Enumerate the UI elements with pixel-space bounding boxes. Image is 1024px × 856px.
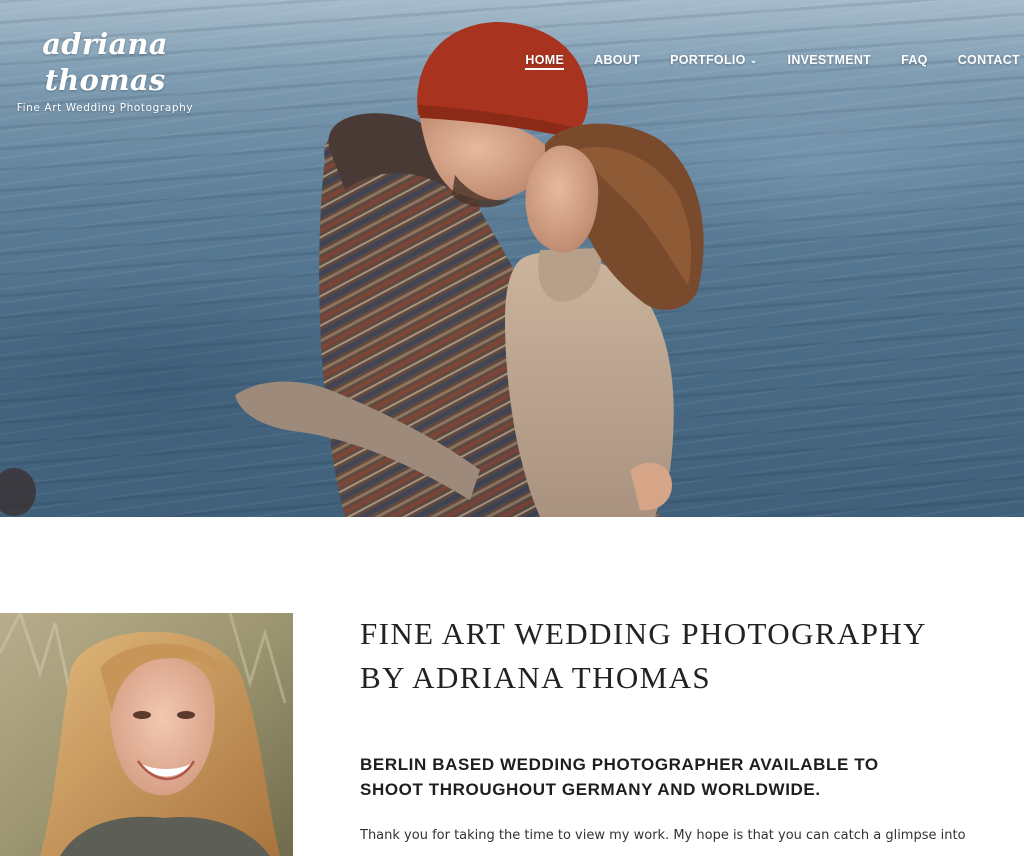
about-body-text: Thank you for taking the time to view my…	[360, 828, 966, 843]
nav-home-label: HOME	[525, 53, 565, 70]
about-subheading-line1: BERLIN BASED WEDDING PHOTOGRAPHER AVAILA…	[360, 755, 879, 774]
nav-investment[interactable]: INVESTMENT	[773, 51, 887, 69]
nav-faq[interactable]: FAQ	[886, 51, 943, 69]
chevron-down-icon: ⌄	[749, 55, 758, 65]
site-logo[interactable]: adriana thomas Fine Art Wedding Photogra…	[0, 26, 210, 114]
about-subheading: BERLIN BASED WEDDING PHOTOGRAPHER AVAILA…	[360, 752, 980, 802]
logo-name: adriana thomas	[42, 27, 168, 97]
nav-contact-label: CONTACT	[957, 53, 1020, 67]
nav-portfolio[interactable]: PORTFOLIO ⌄	[655, 51, 772, 69]
photographer-portrait	[0, 613, 293, 856]
about-heading: FINE ART WEDDING PHOTOGRAPHY BY ADRIANA …	[360, 612, 980, 700]
portrait-photo	[0, 613, 293, 856]
about-heading-line1: FINE ART WEDDING PHOTOGRAPHY	[360, 616, 927, 651]
logo-tagline: Fine Art Wedding Photography	[16, 102, 194, 114]
nav-about-label: ABOUT	[594, 53, 641, 67]
nav-about[interactable]: ABOUT	[579, 51, 655, 69]
about-subheading-line2: SHOOT THROUGHOUT GERMANY AND WORLDWIDE.	[360, 780, 821, 799]
main-navigation: HOME ABOUT PORTFOLIO ⌄ INVESTMENT FAQ CON…	[510, 51, 1022, 70]
hero-banner: adriana thomas Fine Art Wedding Photogra…	[0, 0, 1024, 517]
nav-portfolio-label: PORTFOLIO	[670, 53, 746, 67]
nav-contact[interactable]: CONTACT	[943, 51, 1022, 69]
nav-investment-label: INVESTMENT	[787, 53, 872, 67]
about-heading-line2: BY ADRIANA THOMAS	[360, 660, 712, 695]
nav-faq-label: FAQ	[901, 53, 928, 67]
nav-home[interactable]: HOME	[510, 51, 579, 70]
